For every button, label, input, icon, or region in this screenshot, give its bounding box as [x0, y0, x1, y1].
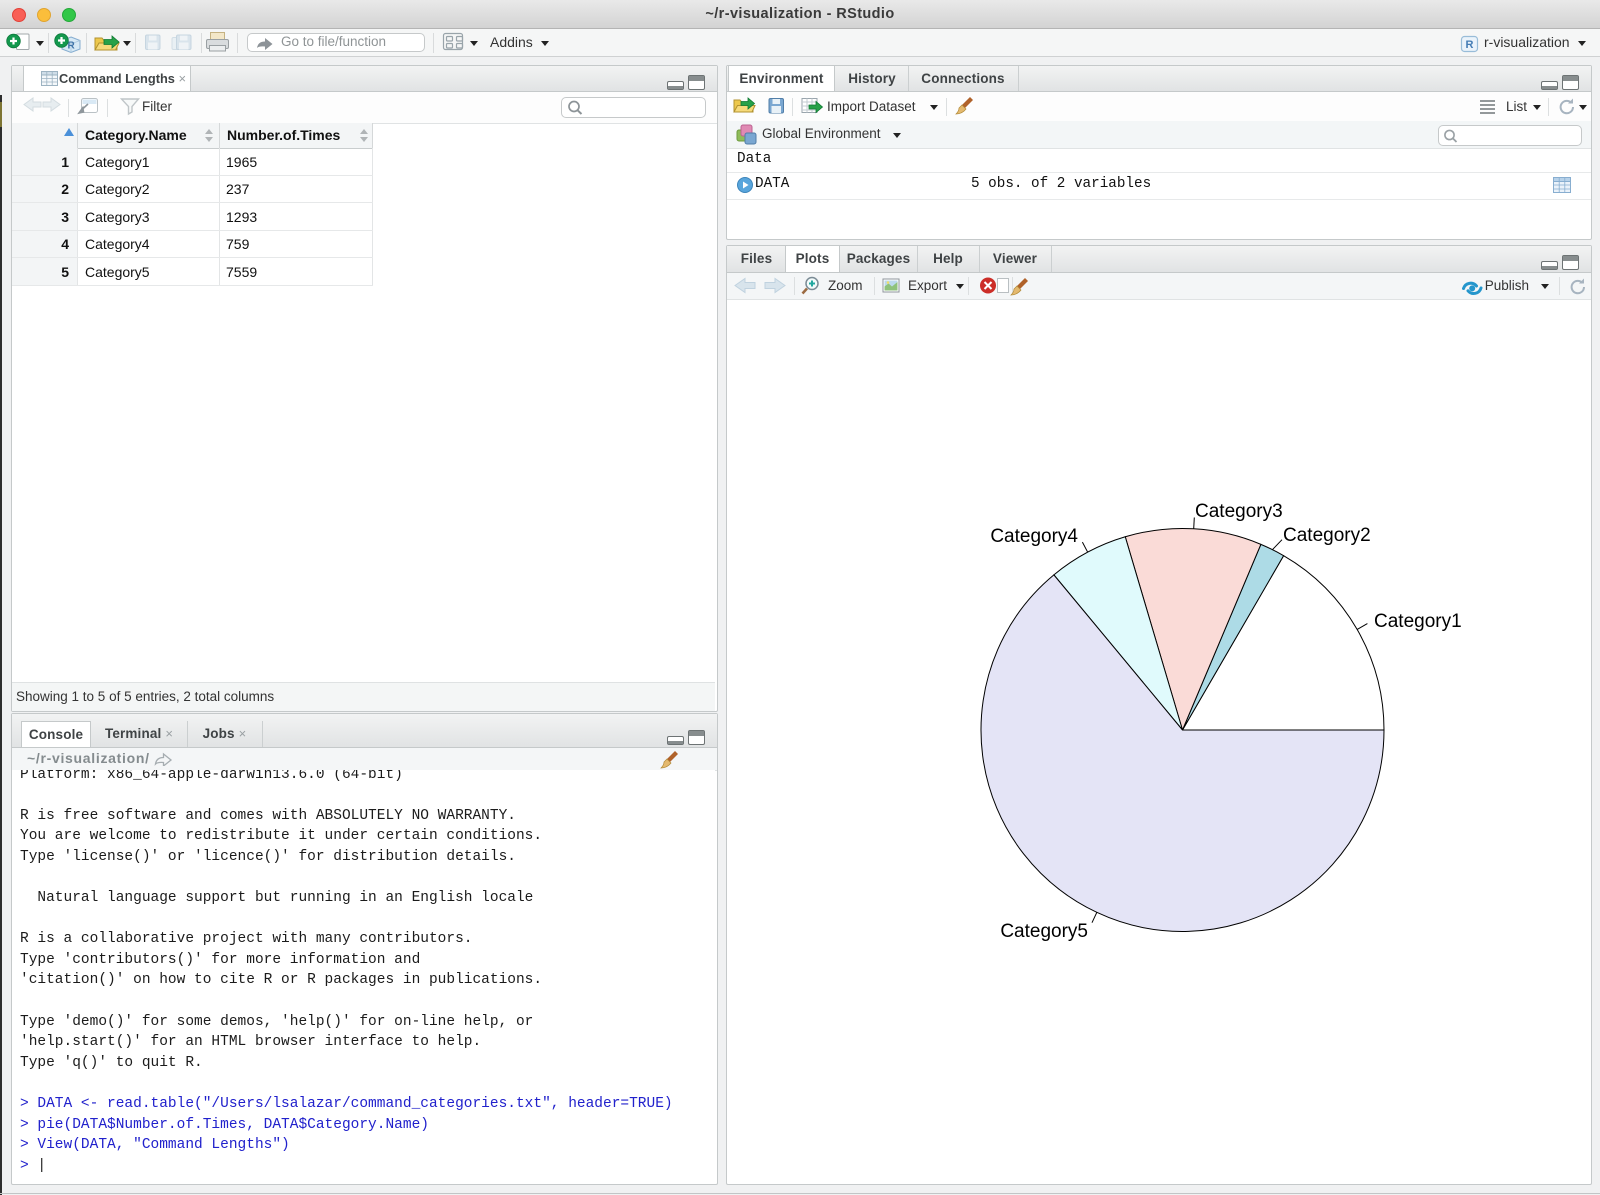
svg-text:R: R	[1466, 39, 1474, 51]
svg-text:Category1: Category1	[1374, 611, 1462, 632]
svg-text:Category5: Category5	[1000, 921, 1088, 942]
svg-text:Category3: Category3	[1195, 501, 1283, 522]
svg-text:Category2: Category2	[1283, 525, 1371, 546]
svg-text:R: R	[68, 41, 76, 52]
svg-text:Category4: Category4	[990, 526, 1078, 547]
